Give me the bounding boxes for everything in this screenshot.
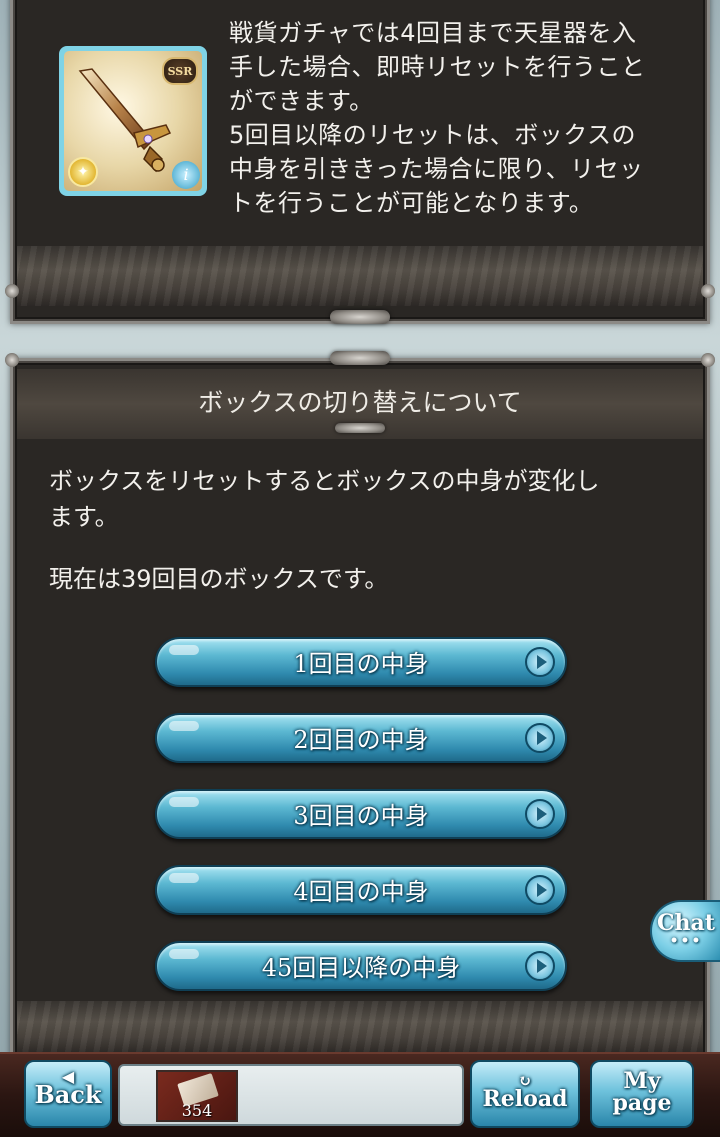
weapon-thumbnail[interactable]: SSR ✦ i <box>59 46 207 196</box>
reset-description: 戦貨ガチャでは4回目まで天星器を入 手した場合、即時リセットを行うこと ができま… <box>229 16 699 220</box>
button-label: 1回目の中身 <box>293 650 429 678</box>
description-line: 手した場合、即時リセットを行うこと <box>229 53 646 81</box>
box-45-plus-contents-button[interactable]: 45回目以降の中身 <box>155 941 567 991</box>
light-element-icon: ✦ <box>68 157 98 187</box>
current-box-text: 現在は39回目のボックスです。 <box>49 565 389 593</box>
description-line: 中身を引ききった場合に限り、リセッ <box>229 155 644 183</box>
corner-ornament <box>701 353 715 367</box>
play-arrow-icon <box>525 799 555 829</box>
footer-item-tray: 354 <box>118 1064 464 1126</box>
mypage-button[interactable]: My page <box>590 1060 694 1128</box>
description-line: ができます。 <box>229 87 374 115</box>
reload-button[interactable]: ↻ Reload <box>470 1060 580 1128</box>
box-switch-panel: ボックスの切り替えについて ボックスをリセットするとボックスの中身が変化し ます… <box>5 351 715 1058</box>
reset-explanation: ボックスをリセットするとボックスの中身が変化し ます。 <box>49 463 689 535</box>
back-label: Back <box>34 1080 102 1109</box>
explanation-line: ます。 <box>49 503 119 531</box>
button-label: 45回目以降の中身 <box>261 954 461 982</box>
button-shine <box>169 797 199 807</box>
info-icon[interactable]: i <box>172 161 200 189</box>
button-label: 3回目の中身 <box>293 802 429 830</box>
play-arrow-icon <box>525 647 555 677</box>
play-arrow-icon <box>525 951 555 981</box>
box-3-contents-button[interactable]: 3回目の中身 <box>155 789 567 839</box>
ssr-badge: SSR <box>162 57 198 85</box>
item-count: 354 <box>181 1101 213 1120</box>
description-line: 戦貨ガチャでは4回目まで天星器を入 <box>229 19 637 47</box>
back-button[interactable]: ◀ Back <box>24 1060 112 1128</box>
mypage-label-line1: My <box>623 1068 661 1094</box>
box-4-contents-button[interactable]: 4回目の中身 <box>155 865 567 915</box>
description-line: トを行うことが可能となります。 <box>229 189 594 217</box>
corner-ornament <box>5 284 19 298</box>
play-arrow-icon <box>525 875 555 905</box>
explanation-line: ボックスをリセットするとボックスの中身が変化し <box>49 467 600 495</box>
box-2-contents-button[interactable]: 2回目の中身 <box>155 713 567 763</box>
description-line: 5回目以降のリセットは、ボックスの <box>229 121 637 149</box>
panel-footer-band <box>17 246 703 306</box>
button-shine <box>169 721 199 731</box>
item-info-panel: SSR ✦ i 戦貨ガチャでは4回目まで天星器を入 手した場合、即時リセットを行… <box>5 0 715 324</box>
button-shine <box>169 873 199 883</box>
button-label: 4回目の中身 <box>293 878 429 906</box>
title-ornament <box>335 423 385 433</box>
box-1-contents-button[interactable]: 1回目の中身 <box>155 637 567 687</box>
ticket-item[interactable]: 354 <box>156 1070 238 1122</box>
section-title: ボックスの切り替えについて <box>198 388 522 417</box>
panel-ornament <box>330 310 390 324</box>
reload-label: Reload <box>482 1086 568 1112</box>
button-shine <box>169 645 199 655</box>
chat-button[interactable]: Chat ••• <box>650 900 720 962</box>
weapon-image: SSR ✦ i <box>64 51 202 191</box>
panel-footer-band <box>17 1001 703 1053</box>
panel-ornament <box>330 351 390 365</box>
mypage-label-line2: page <box>612 1090 672 1116</box>
footer-nav: ◀ Back 354 ↻ Reload My page <box>0 1052 720 1137</box>
chat-dots-icon: ••• <box>669 933 703 949</box>
corner-ornament <box>701 284 715 298</box>
button-shine <box>169 949 199 959</box>
button-label: 2回目の中身 <box>293 726 429 754</box>
play-arrow-icon <box>525 723 555 753</box>
corner-ornament <box>5 353 19 367</box>
